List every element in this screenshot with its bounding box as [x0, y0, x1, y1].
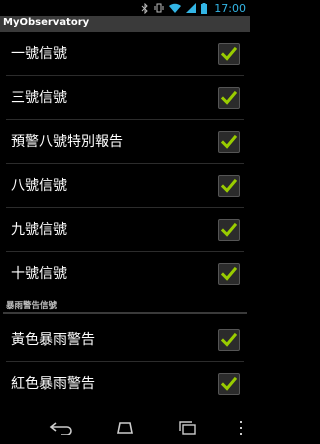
list-item[interactable]: 八號信號 — [0, 164, 250, 208]
signal-checkbox[interactable] — [218, 175, 240, 197]
list-item[interactable]: 預警八號特別報告 — [0, 120, 250, 164]
navigation-bar — [0, 412, 250, 444]
home-button[interactable] — [107, 416, 143, 440]
settings-list: 一號信號 三號信號 預警八號特別報告 八號信號 九號信號 十號信號 暴雨警告信號… — [0, 32, 250, 412]
item-label: 一號信號 — [11, 46, 67, 62]
status-clock: 17:00 — [214, 1, 246, 15]
item-label: 黃色暴雨警告 — [11, 332, 95, 348]
signal-checkbox[interactable] — [218, 219, 240, 241]
bluetooth-icon — [141, 2, 149, 14]
battery-icon — [201, 2, 208, 14]
checkmark-icon — [221, 266, 237, 281]
signal-checkbox[interactable] — [218, 87, 240, 109]
recent-apps-button[interactable] — [170, 416, 206, 440]
home-icon — [117, 422, 133, 434]
signal-icon — [186, 3, 197, 13]
item-label: 紅色暴雨警告 — [11, 376, 95, 392]
item-label: 十號信號 — [11, 266, 67, 282]
signal-checkbox[interactable] — [218, 43, 240, 65]
vibrate-icon — [154, 3, 164, 13]
overflow-menu-icon — [240, 421, 242, 435]
item-label: 三號信號 — [11, 90, 67, 106]
app-title: MyObservatory — [3, 17, 90, 28]
overflow-menu-button[interactable] — [238, 420, 244, 436]
list-item[interactable]: 九號信號 — [0, 208, 250, 252]
checkmark-icon — [221, 90, 237, 105]
back-icon — [49, 422, 72, 435]
section-title: 暴雨警告信號 — [6, 301, 58, 311]
section-divider — [3, 312, 247, 314]
signal-checkbox[interactable] — [218, 263, 240, 285]
checkmark-icon — [221, 332, 237, 347]
checkmark-icon — [221, 178, 237, 193]
wifi-icon — [169, 3, 182, 13]
list-item[interactable]: 三號信號 — [0, 76, 250, 120]
item-label: 八號信號 — [11, 178, 67, 194]
rain-warning-checkbox[interactable] — [218, 373, 240, 395]
signal-checkbox[interactable] — [218, 131, 240, 153]
checkmark-icon — [221, 222, 237, 237]
app-title-bar: MyObservatory — [0, 16, 250, 32]
list-item[interactable]: 黃色暴雨警告 — [0, 318, 250, 362]
back-button[interactable] — [44, 416, 80, 440]
list-item[interactable]: 一號信號 — [0, 32, 250, 76]
status-bar: 17:00 — [0, 0, 250, 16]
item-label: 九號信號 — [11, 222, 67, 238]
checkmark-icon — [221, 376, 237, 391]
section-header: 暴雨警告信號 — [0, 298, 250, 314]
item-label: 預警八號特別報告 — [11, 134, 123, 150]
list-item[interactable]: 十號信號 — [0, 252, 250, 296]
rain-warning-checkbox[interactable] — [218, 329, 240, 351]
checkmark-icon — [221, 134, 237, 149]
checkmark-icon — [221, 46, 237, 61]
recent-apps-icon — [179, 421, 197, 435]
list-item[interactable]: 紅色暴雨警告 — [0, 362, 250, 406]
